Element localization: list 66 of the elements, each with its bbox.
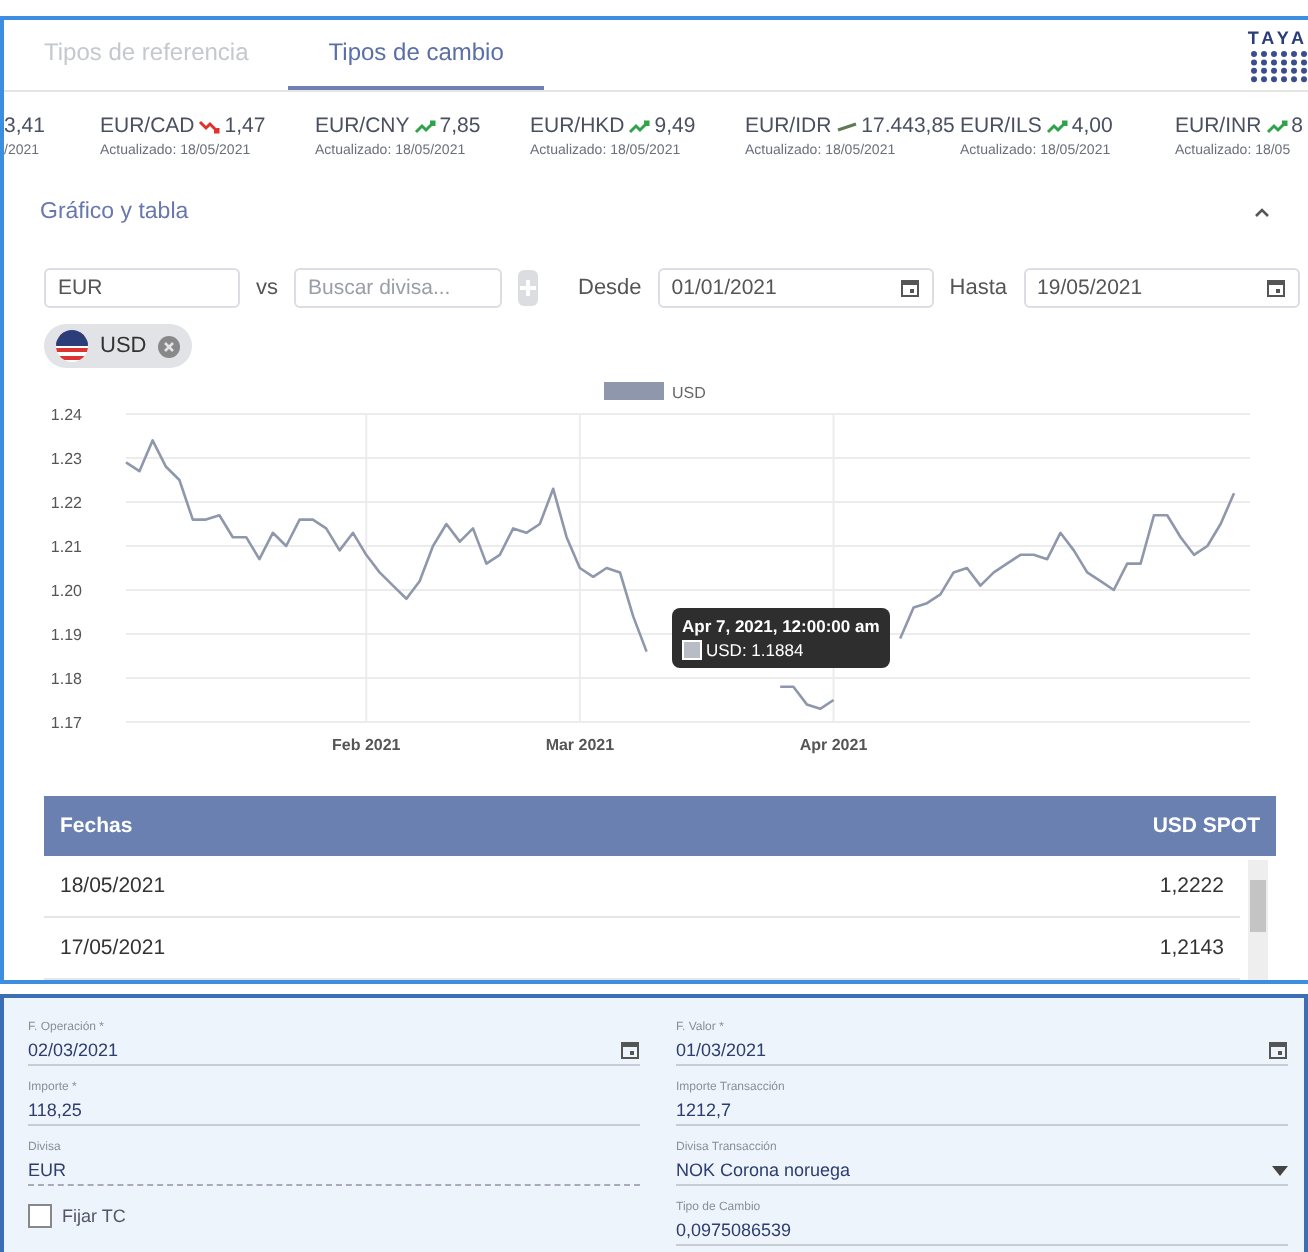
column-header: USD SPOT — [1152, 814, 1260, 838]
checkbox[interactable] — [28, 1204, 52, 1228]
axis-tick-label: 1.20 — [50, 582, 82, 600]
input-field[interactable]: 0,0975086539 — [676, 1216, 1288, 1246]
tooltip-title: Apr 7, 2021, 12:00:00 am — [682, 616, 880, 636]
input-field[interactable]: 1212,7 — [676, 1096, 1288, 1126]
from-label: Desde — [578, 275, 642, 300]
rate-value: 17.443,85 — [861, 114, 955, 139]
select-field[interactable]: NOK Corona noruega — [676, 1156, 1288, 1186]
to-label: Hasta — [949, 275, 1008, 300]
from-date-field[interactable]: 01/01/2021 — [657, 267, 934, 308]
currency-chip[interactable]: USD — [44, 324, 193, 368]
table-cell: 1,2222 — [1159, 874, 1224, 898]
table-cell: 1,2143 — [1159, 936, 1224, 960]
calendar-icon[interactable] — [620, 1040, 640, 1060]
axis-tick-label: 1.19 — [50, 626, 82, 644]
checkbox-label: Fijar TC — [62, 1206, 126, 1226]
currency-pair: EUR/INR — [1175, 114, 1262, 139]
scrollbar[interactable] — [1248, 860, 1268, 980]
currency-pair: EUR/ILS — [960, 114, 1042, 139]
axis-tick-label: Mar 2021 — [545, 736, 615, 754]
input-field[interactable]: 118,25 — [28, 1096, 640, 1126]
rate-value: 9,49 — [654, 114, 696, 139]
currency-pair: EUR/HKD — [530, 114, 625, 139]
axis-tick-label: 1.21 — [50, 538, 82, 556]
tab[interactable]: Tipos de cambio — [288, 20, 544, 90]
chip-label: USD — [100, 334, 147, 358]
legend-swatch — [604, 382, 664, 400]
rate-value: 3,41 — [4, 114, 45, 139]
close-icon[interactable] — [158, 335, 181, 357]
to-date-field[interactable]: 19/05/2021 — [1023, 267, 1300, 308]
axis-tick-label: Feb 2021 — [332, 736, 401, 754]
tooltip-value: USD: 1.1884 — [706, 640, 804, 660]
dropdown-caret-icon[interactable] — [1272, 1165, 1288, 1175]
input-field[interactable]: EUR — [28, 1156, 640, 1186]
axis-tick-label: 1.23 — [50, 450, 82, 468]
rate-value: 1,47 — [224, 114, 266, 139]
table-cell: 17/05/2021 — [60, 936, 166, 960]
section-title: Gráfico y tabla — [40, 199, 189, 224]
currency-search-field[interactable]: Buscar divisa... — [294, 267, 502, 308]
rate-value: 7,85 — [439, 114, 481, 139]
table-cell: 18/05/2021 — [60, 874, 166, 898]
calendar-icon[interactable] — [1265, 277, 1286, 298]
logo: TAYA — [1244, 20, 1308, 90]
flag-icon — [56, 330, 88, 362]
rate-value: 4,00 — [1071, 114, 1113, 139]
axis-tick-label: 1.18 — [50, 670, 82, 688]
column-header: Fechas — [60, 814, 133, 838]
axis-tick-label: 1.24 — [50, 406, 82, 424]
legend-label: USD — [672, 384, 706, 402]
calendar-icon[interactable] — [1268, 1040, 1288, 1060]
axis-tick-label: Apr 2021 — [799, 736, 868, 754]
base-currency-field[interactable]: EUR — [44, 267, 240, 308]
plus-icon — [518, 277, 538, 298]
rate-value: 8 — [1291, 114, 1304, 139]
currency-pair: EUR/CAD — [100, 114, 195, 139]
vs-label: vs — [256, 275, 278, 300]
axis-tick-label: 1.17 — [50, 714, 82, 732]
input-field[interactable]: 02/03/2021 — [28, 1036, 640, 1066]
caret-icon[interactable] — [1252, 203, 1272, 220]
currency-pair: EUR/CNY — [315, 114, 410, 139]
calendar-icon[interactable] — [899, 277, 920, 298]
axis-tick-label: 1.22 — [50, 494, 82, 512]
currency-pair: EUR/IDR — [745, 114, 832, 139]
input-field[interactable]: 01/03/2021 — [676, 1036, 1288, 1066]
tooltip-swatch — [682, 640, 702, 660]
